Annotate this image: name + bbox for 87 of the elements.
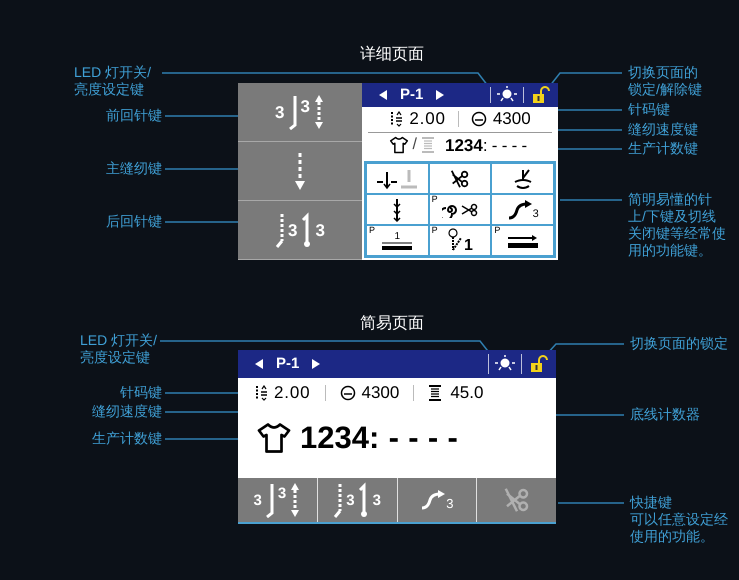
- leader-line: [558, 502, 624, 504]
- speed-value[interactable]: 4300: [492, 106, 531, 132]
- callout-label: 针码键: [628, 101, 670, 118]
- p-mark: P: [494, 226, 500, 235]
- next-icon[interactable]: [311, 359, 322, 369]
- curve-arrow-icon: [506, 200, 533, 220]
- digit-label: 3: [372, 492, 381, 508]
- light-icon[interactable]: [494, 355, 516, 373]
- bobbin-icon: [421, 137, 435, 154]
- dashed-arrow-icon: [289, 482, 302, 518]
- bobbin-count-value[interactable]: 45.0: [450, 380, 484, 406]
- scissors-icon: [460, 202, 478, 216]
- callout-label: LED 灯开关/ 亮度设定键: [80, 332, 158, 366]
- function-key[interactable]: [366, 163, 429, 194]
- needle-icon: [375, 168, 420, 190]
- callout-label: 前回针键: [106, 107, 162, 124]
- dashed-arrow-icon: [294, 151, 306, 191]
- callout-label: 针码键: [120, 384, 162, 401]
- page-number: P-1: [276, 354, 300, 374]
- callout-label: 生产计数键: [92, 430, 162, 447]
- shirt-icon: [388, 135, 409, 156]
- callout-label: 切换页面的锁定: [630, 335, 728, 352]
- callout-label: 切换页面的 锁定/解除键: [628, 64, 702, 98]
- light-icon[interactable]: [496, 86, 518, 104]
- digit-label: 3: [346, 492, 355, 508]
- callout-label: 简明易懂的针 上/下键及切线 关闭键等经常使 用的功能键。: [628, 191, 726, 259]
- digit-label: 3: [254, 492, 262, 508]
- digit-label: 1: [464, 238, 473, 254]
- callout-label: LED 灯开关/ 亮度设定键: [74, 64, 152, 98]
- digit-label: 3: [446, 497, 454, 510]
- stitch-length-icon: [389, 111, 404, 127]
- p-mark: P: [432, 195, 438, 204]
- stitch-length-value[interactable]: 2.00: [409, 106, 446, 132]
- production-count[interactable]: 1234:----: [445, 132, 532, 158]
- section-title: 简易页面: [360, 314, 424, 334]
- digit-label: 3: [288, 222, 298, 238]
- unlocked-padlock-icon[interactable]: [530, 355, 548, 373]
- stitch-length-icon: [254, 385, 268, 401]
- digit-label: 3: [316, 222, 325, 238]
- digit-label: 3: [532, 208, 539, 220]
- stitch-arrow-icon: [358, 482, 370, 518]
- callout-label: 生产计数键: [628, 140, 698, 157]
- needle-position-icon: [447, 228, 464, 254]
- previous-icon[interactable]: [254, 359, 264, 369]
- separator-slash: /: [412, 135, 417, 156]
- digit-label: 3: [278, 486, 286, 501]
- callout-label: 缝纫速度键: [92, 403, 162, 420]
- callout-label: 底线计数器: [630, 406, 700, 423]
- production-count[interactable]: 1234:----: [300, 414, 468, 462]
- callout-label: 快捷键 可以任意设定经 使用的功能。: [630, 494, 728, 545]
- curve-arrow-icon: [420, 490, 446, 510]
- stitch-length-value[interactable]: 2.00: [274, 380, 310, 406]
- unlocked-padlock-icon[interactable]: [532, 86, 550, 104]
- function-key[interactable]: P: [491, 225, 554, 256]
- speed-icon: [340, 385, 356, 401]
- next-icon[interactable]: [435, 90, 446, 100]
- function-key[interactable]: [366, 194, 429, 225]
- ruler-icon: [382, 242, 412, 250]
- digit-label: 1: [394, 232, 400, 242]
- function-key[interactable]: P 1: [366, 225, 429, 256]
- bobbin-icon: [428, 385, 442, 401]
- dashed-arrow-icon: [275, 212, 286, 248]
- stitch-arrow-icon: [300, 212, 312, 248]
- dashed-arrow-icon: [312, 94, 325, 130]
- section-title: 详细页面: [360, 44, 424, 65]
- digit-label: 3: [275, 104, 284, 120]
- feed-arrow-icon: [508, 232, 538, 248]
- function-key[interactable]: [428, 163, 492, 194]
- p-mark: P: [369, 226, 376, 235]
- crossed-scissors-icon: [448, 168, 471, 190]
- digit-label: 3: [300, 98, 310, 115]
- shirt-icon: [256, 420, 292, 456]
- callout-label: 缝纫速度键: [628, 121, 698, 138]
- function-key[interactable]: 3: [491, 194, 554, 225]
- function-key[interactable]: [491, 163, 554, 194]
- speed-icon: [470, 111, 487, 127]
- callout-label: 后回针键: [106, 213, 162, 230]
- previous-icon[interactable]: [378, 90, 388, 100]
- page-number: P-1: [400, 84, 424, 104]
- leader-line: [560, 199, 622, 201]
- stitch-arrows-icon: [392, 198, 402, 222]
- speed-value[interactable]: 4300: [362, 380, 400, 406]
- callout-label: 主缝纫键: [106, 160, 162, 177]
- function-key[interactable]: P 1: [428, 225, 492, 256]
- function-key[interactable]: P: [428, 194, 492, 225]
- p-mark: P: [432, 226, 438, 235]
- dashed-arrow-icon: [333, 482, 344, 518]
